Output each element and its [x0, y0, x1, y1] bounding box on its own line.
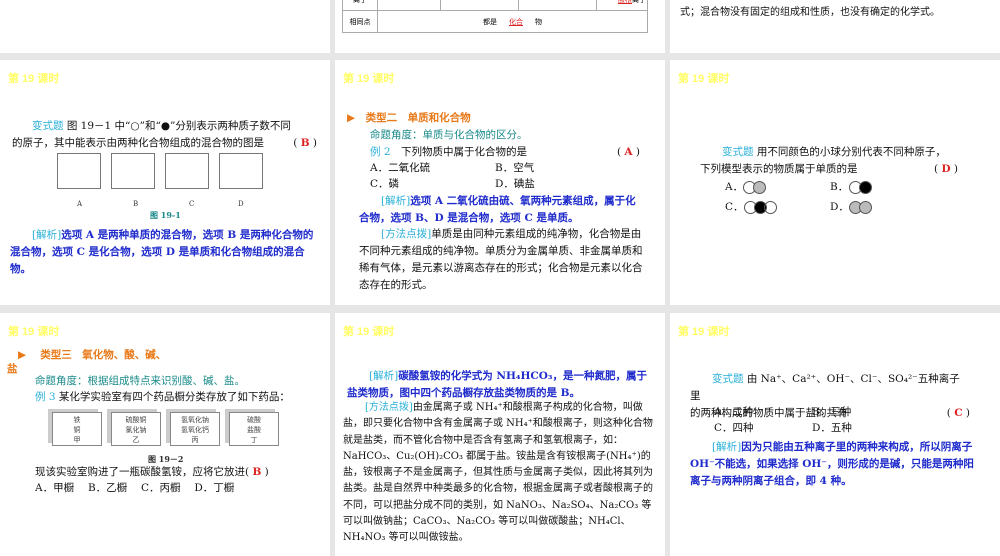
slide-6[interactable]: 第 19 课时 变式题 由 Na⁺、Ca²⁺、OH⁻、Cl⁻、SO₄²⁻五种离子…: [670, 313, 1000, 556]
method-tag: [方法点拨]: [365, 402, 413, 413]
lesson-header: 第 19 课时: [678, 73, 730, 85]
option-a: A．二氧化硫: [370, 162, 431, 174]
paren-close: ): [264, 466, 269, 478]
figure-c: [165, 153, 209, 189]
section-title: 类型三 氧化物、酸、碱、: [40, 349, 167, 361]
question: 下列物质中属于化合物的是: [401, 146, 528, 158]
variant-tag: 变式题: [32, 120, 64, 132]
option-c: C．四种: [714, 422, 754, 434]
model-d-icon: [849, 200, 873, 214]
option-b: B．三种: [812, 406, 852, 418]
analysis-tag: [解析]: [32, 229, 62, 241]
lesson-header: 第 19 课时: [8, 73, 60, 85]
question-line1: 用不同颜色的小球分别代表不同种原子，: [756, 146, 946, 158]
figure-a: [57, 153, 101, 189]
answer: C: [954, 407, 963, 419]
figure-d: [219, 153, 263, 189]
answer: D: [941, 163, 951, 175]
option-b: B．空气: [495, 162, 535, 174]
common-label: 相同点: [342, 10, 378, 33]
option-a: A．二种: [714, 406, 754, 418]
angle: 命题角度：根据组成特点来识别酸、碱、盐。: [35, 375, 245, 387]
common-answer: 化合: [509, 17, 523, 26]
lesson-header: 第 19 课时: [678, 326, 730, 338]
lesson-header: 第 19 课时: [343, 73, 395, 85]
option-d: D．五种: [812, 422, 852, 434]
option-a: A．甲橱: [35, 482, 75, 494]
slide-1[interactable]: 第 19 课时 变式题 图 19－1 中“○”和“●”分别表示两种质子数不同 的…: [0, 60, 330, 305]
question2: 现该实验室购进了一瓶碳酸氢铵，应将它放进(: [35, 466, 250, 478]
answer: B: [300, 137, 310, 149]
section-title: 类型二 单质和化合物: [365, 112, 471, 124]
cabinet-jia: 铁铜甲: [52, 412, 102, 446]
figure-caption: 图 19-1: [150, 210, 181, 220]
option-c: C．丙橱: [141, 482, 181, 494]
label-b: B: [133, 200, 139, 208]
option-a: A．: [725, 181, 744, 193]
common-prefix: 都是: [483, 17, 497, 26]
question: 某化学实验室有四个药品橱分类存放了如下药品：: [58, 391, 290, 403]
cabinet-bing: 氢氧化钠 氢氧化钙丙: [170, 412, 220, 446]
figure-b: [111, 153, 155, 189]
label-d: D: [238, 200, 244, 208]
triangle-icon: ▶: [18, 349, 27, 361]
option-c: C．磷: [370, 178, 400, 190]
question-line1: 图 19－1 中“○”和“●”分别表示两种质子数不同: [66, 120, 291, 132]
model-c-icon: [743, 200, 777, 214]
cabinet-ding: 硫酸 盐酸丁: [229, 412, 279, 446]
label-c: C: [189, 200, 195, 208]
analysis-tag: [解析]: [369, 370, 399, 382]
label-a: A: [77, 200, 83, 208]
slide-4[interactable]: 第 19 课时 ▶ 类型三 氧化物、酸、碱、 盐 命题角度：根据组成特点来识别酸…: [0, 313, 330, 556]
triangle-icon: ▶: [347, 112, 356, 124]
analysis-tag: [解析]: [381, 195, 411, 207]
angle: 命题角度：单质与化合物的区分。: [370, 129, 528, 141]
cabinet-yi: 硫酸铜 氯化钠乙: [111, 412, 161, 446]
right-text: 式；混合物没有固定的组成和性质，也没有确定的化学式。: [680, 7, 940, 18]
slide-top-left[interactable]: [0, 0, 330, 53]
analysis-tag: [解析]: [712, 441, 742, 453]
slide-2[interactable]: 第 19 课时 ▶ 类型二 单质和化合物 命题角度：单质与化合物的区分。 例 2…: [335, 60, 665, 305]
slide-top-right[interactable]: 式；混合物没有固定的组成和性质，也没有确定的化学式。: [670, 0, 1000, 53]
method-text: 由金属离子或 NH₄⁺和酸根离子构成的化合物，叫做盐，即只要化合物中含有金属离子…: [343, 402, 653, 544]
method-tag: [方法点拨]: [381, 228, 432, 240]
slide-3[interactable]: 第 19 课时 变式题 用不同颜色的小球分别代表不同种原子， 下列模型表示的物质…: [670, 60, 1000, 305]
option-c: C．: [725, 201, 744, 213]
comparison-table: 离子酸根离子 相同点都是化合物: [342, 0, 648, 33]
question-line2: 的原子，其中能表示由两种化合物组成的混合物的图是: [12, 137, 264, 149]
model-a-icon: [743, 180, 767, 194]
answer: A: [624, 146, 633, 158]
answer: B: [252, 466, 262, 478]
option-d: D．: [830, 201, 849, 213]
option-d: D．丁橱: [194, 482, 235, 494]
option-b: B．乙橱: [87, 482, 128, 494]
ion-suffix: 离子: [632, 0, 646, 4]
lesson-header: 第 19 课时: [343, 326, 395, 338]
section-title-cont: 盐: [7, 363, 18, 375]
question-line2: 下列模型表示的物质属于单质的是: [700, 163, 858, 175]
option-d: D．碘盐: [495, 178, 535, 190]
acid-root-answer: 酸根: [618, 0, 632, 4]
example-tag: 例 2: [370, 146, 391, 158]
lesson-header: 第 19 课时: [8, 326, 60, 338]
slide-5[interactable]: 第 19 课时 [解析]碳酸氢铵的化学式为 NH₄HCO₃，是一种氮肥，属于盐类…: [335, 313, 665, 556]
common-suffix: 物: [535, 17, 542, 26]
option-b: B．: [830, 181, 849, 193]
model-b-icon: [848, 180, 872, 194]
variant-tag: 变式题: [722, 146, 754, 158]
example-tag: 例 3: [35, 391, 56, 403]
slide-top-middle[interactable]: 离子酸根离子 相同点都是化合物: [335, 0, 665, 53]
variant-tag: 变式题: [712, 373, 744, 385]
row-label: 离子: [342, 0, 378, 11]
